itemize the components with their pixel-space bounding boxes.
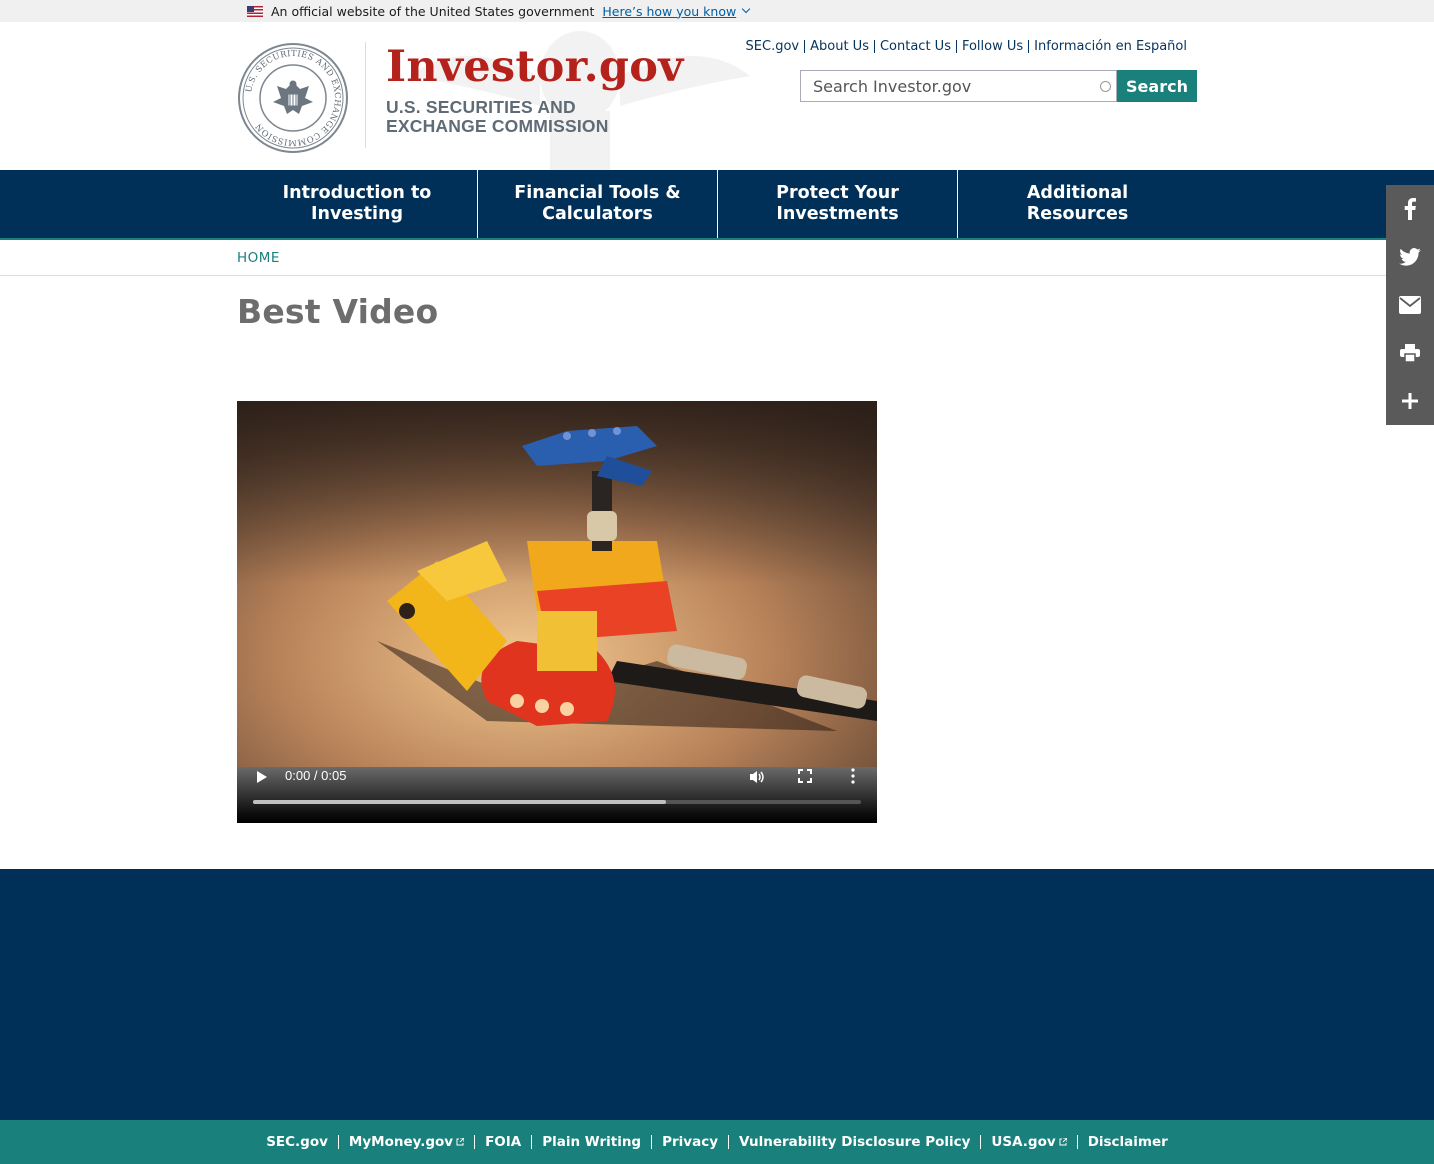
footer-link-vulnerability[interactable]: Vulnerability Disclosure Policy <box>728 1135 980 1149</box>
volume-icon[interactable] <box>749 769 765 785</box>
email-icon <box>1399 296 1421 314</box>
page-title: Best Video <box>237 292 439 331</box>
logo-divider <box>365 42 366 148</box>
footer-main <box>0 869 1434 1120</box>
print-icon <box>1400 344 1420 362</box>
share-print[interactable] <box>1386 329 1434 377</box>
footer-link-privacy[interactable]: Privacy <box>651 1135 728 1149</box>
sec-seal-logo: U.S. SECURITIES AND EXCHANGE COMMISSION <box>238 43 348 153</box>
util-link-contact[interactable]: Contact Us <box>873 40 956 53</box>
util-link-follow[interactable]: Follow Us <box>955 40 1028 53</box>
breadcrumb-bar: HOME <box>0 240 1434 276</box>
video-buffered-fill <box>253 800 667 804</box>
brand-subtitle-line1: U.S. SECURITIES AND <box>386 97 576 117</box>
share-more[interactable] <box>1386 377 1434 425</box>
video-player[interactable]: 0:00 / 0:05 <box>237 401 877 823</box>
search-input[interactable] <box>813 76 1083 96</box>
share-facebook[interactable] <box>1386 185 1434 233</box>
nav-item-financial-tools[interactable]: Financial Tools & Calculators <box>477 170 717 238</box>
play-icon[interactable] <box>257 771 267 783</box>
nav-item-additional-resources[interactable]: Additional Resources <box>957 170 1197 238</box>
share-email[interactable] <box>1386 281 1434 329</box>
brand-logo[interactable]: Investor.gov U.S. SECURITIES AND EXCHANG… <box>386 46 683 136</box>
search-indicator-icon <box>1100 81 1111 92</box>
footer-link-sec[interactable]: SEC.gov <box>256 1135 338 1149</box>
video-time: 0:00 / 0:05 <box>285 768 347 783</box>
brand-subtitle: U.S. SECURITIES AND EXCHANGE COMMISSION <box>386 98 683 136</box>
search-form: Search <box>800 70 1197 102</box>
external-link-icon <box>1059 1138 1067 1146</box>
search-button[interactable]: Search <box>1117 70 1197 102</box>
plus-icon <box>1402 393 1418 409</box>
fullscreen-icon[interactable] <box>798 769 812 783</box>
util-link-sec[interactable]: SEC.gov <box>741 40 805 53</box>
official-website-text: An official website of the United States… <box>271 3 595 19</box>
brand-subtitle-line2: EXCHANGE COMMISSION <box>386 116 609 136</box>
us-flag-icon <box>247 5 263 17</box>
brand-name[interactable]: Investor.gov <box>386 46 683 89</box>
share-sidebar <box>1386 185 1434 425</box>
share-twitter[interactable] <box>1386 233 1434 281</box>
video-controls: 0:00 / 0:05 <box>237 767 877 823</box>
footer-links-bar: SEC.gov MyMoney.gov FOIA Plain Writing P… <box>0 1120 1434 1164</box>
site-header: U.S. SECURITIES AND EXCHANGE COMMISSION … <box>0 22 1434 170</box>
util-link-about[interactable]: About Us <box>804 40 874 53</box>
search-box <box>800 70 1117 102</box>
video-progress-bar[interactable] <box>253 800 861 804</box>
external-link-icon <box>456 1138 465 1146</box>
more-options-icon[interactable] <box>851 768 855 784</box>
nav-item-protect-investments[interactable]: Protect Your Investments <box>717 170 957 238</box>
video-frame-image[interactable] <box>237 401 877 767</box>
footer-link-usagov[interactable]: USA.gov <box>980 1135 1076 1149</box>
twitter-icon <box>1399 248 1421 266</box>
utility-links: SEC.gov About Us Contact Us Follow Us In… <box>741 40 1192 53</box>
gov-banner: An official website of the United States… <box>0 0 1434 22</box>
footer-link-plain-writing[interactable]: Plain Writing <box>531 1135 651 1149</box>
how-you-know-link[interactable]: Here’s how you know <box>602 4 736 19</box>
footer-link-mymoney[interactable]: MyMoney.gov <box>337 1135 474 1149</box>
facebook-icon <box>1404 198 1416 220</box>
chevron-down-icon[interactable] <box>741 4 751 14</box>
footer-link-disclaimer[interactable]: Disclaimer <box>1076 1135 1178 1149</box>
breadcrumb-home[interactable]: HOME <box>237 250 280 266</box>
footer-link-foia[interactable]: FOIA <box>474 1135 531 1149</box>
util-link-espanol[interactable]: Información en Español <box>1028 40 1192 53</box>
nav-item-intro-investing[interactable]: Introduction to Investing <box>237 170 477 238</box>
main-nav: Introduction to Investing Financial Tool… <box>0 170 1434 240</box>
